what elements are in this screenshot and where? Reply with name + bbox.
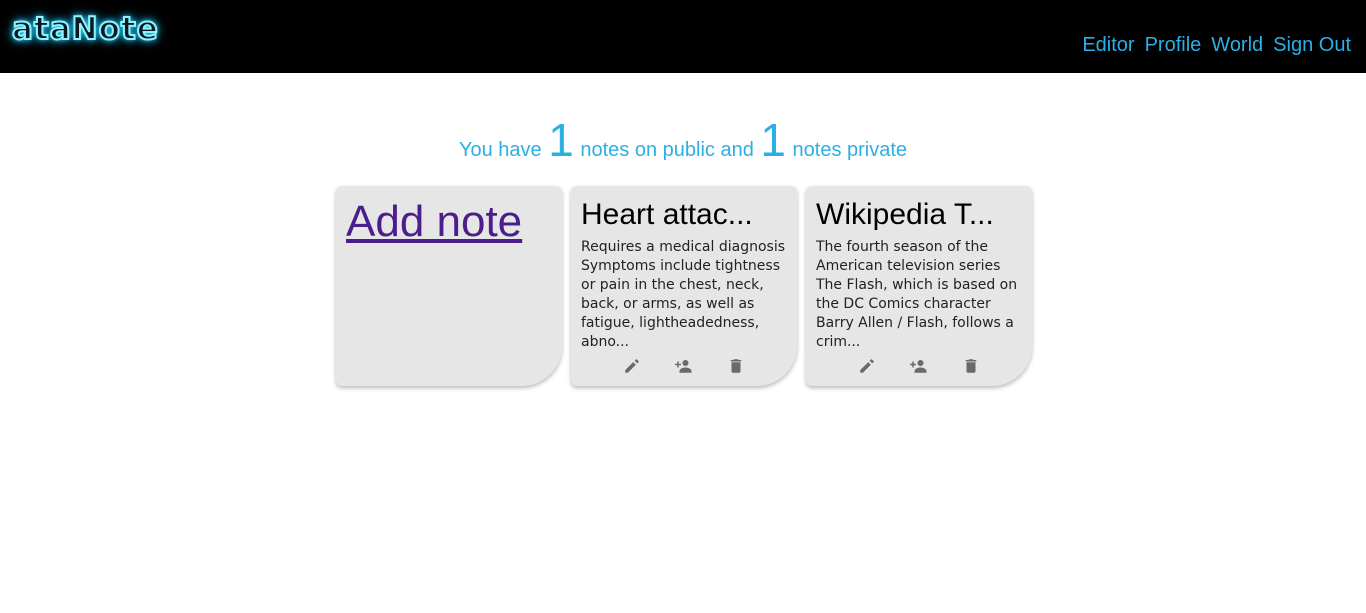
note-actions <box>571 356 797 376</box>
trash-icon[interactable] <box>961 356 981 376</box>
note-actions <box>806 356 1032 376</box>
summary-public-text: notes on public and <box>580 139 754 161</box>
top-navbar: ataNote Editor Profile World Sign Out <box>0 0 1366 73</box>
public-count: 1 <box>548 114 574 166</box>
note-body: The fourth season of the American televi… <box>816 239 1018 350</box>
note-body: Requires a medical diagnosis Symptoms in… <box>581 239 785 350</box>
nav-profile-link[interactable]: Profile <box>1145 32 1202 58</box>
trash-icon[interactable] <box>726 356 746 376</box>
pen-icon[interactable] <box>622 356 642 376</box>
note-card[interactable]: Heart attac... Requires a medical diagno… <box>571 186 797 386</box>
note-card[interactable]: Wikipedia T... The fourth season of the … <box>806 186 1032 386</box>
nav-world-link[interactable]: World <box>1211 32 1263 58</box>
add-note-card[interactable]: Add note <box>336 186 562 386</box>
app-logo[interactable]: ataNote <box>11 13 159 46</box>
summary-private-text: notes private <box>792 139 908 161</box>
share-user-icon[interactable] <box>674 356 694 376</box>
main-nav: Editor Profile World Sign Out <box>1082 32 1351 58</box>
nav-editor-link[interactable]: Editor <box>1082 32 1134 58</box>
pen-icon[interactable] <box>857 356 877 376</box>
share-user-icon[interactable] <box>909 356 929 376</box>
notes-grid: Add note Heart attac... Requires a medic… <box>336 186 1032 386</box>
note-title: Wikipedia T... <box>816 198 994 231</box>
summary-prefix: You have <box>458 139 542 161</box>
note-title: Heart attac... <box>581 198 753 231</box>
private-count: 1 <box>760 114 786 166</box>
add-note-link[interactable]: Add note <box>346 196 522 248</box>
notes-summary: You have 1 notes on public and 1 notes p… <box>0 116 1366 174</box>
nav-sign-out-link[interactable]: Sign Out <box>1273 32 1351 58</box>
